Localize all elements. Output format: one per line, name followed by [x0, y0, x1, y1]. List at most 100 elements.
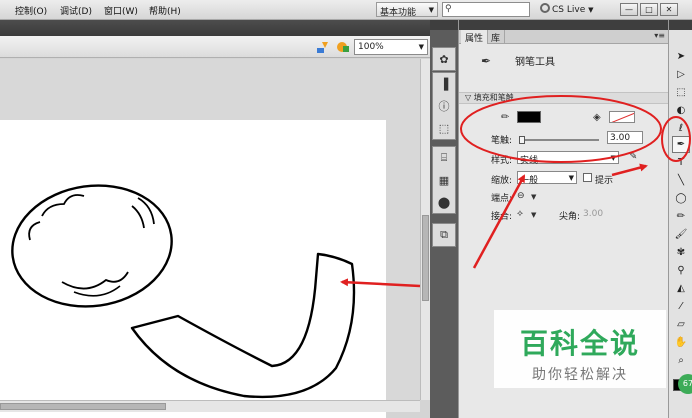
zoom-value: 100% — [358, 42, 384, 52]
align-icon[interactable]: ▐ — [433, 73, 455, 95]
tools-header[interactable] — [669, 20, 692, 30]
eraser-icon[interactable]: ▱ — [672, 316, 690, 333]
menu-help[interactable]: 帮助(H) — [149, 4, 181, 17]
3d-rotation-icon[interactable]: ◐ — [672, 102, 690, 119]
deco-icon[interactable]: ✾ — [672, 244, 690, 261]
cs-live-button[interactable]: CS Live ▼ — [540, 3, 594, 15]
workspace-switcher[interactable]: 基本功能 ▼ — [376, 2, 438, 18]
menu-window[interactable]: 窗口(W) — [104, 4, 138, 17]
components-icon[interactable]: ⬤ — [433, 191, 455, 213]
miter-value[interactable]: 3.00 — [583, 209, 603, 219]
style-value: 实线 — [520, 156, 539, 166]
stroke-width-field[interactable]: 3.00 — [607, 131, 643, 144]
search-input[interactable]: ⚲ — [442, 2, 530, 17]
join-label: 接合: — [491, 212, 513, 222]
chevron-down-icon[interactable]: ▼ — [531, 193, 536, 201]
stroke-color-swatch[interactable] — [517, 111, 541, 123]
watermark-subtitle: 助你轻松解决 — [532, 367, 628, 383]
history-icon[interactable]: ⌸ — [433, 147, 455, 169]
line-icon[interactable]: ╲ — [672, 172, 690, 189]
stroke-width-slider[interactable] — [519, 136, 599, 144]
oval-inner-stroke — [28, 221, 41, 241]
panel-tabs: 属性 库 ▾≡ — [459, 30, 669, 44]
menu-control[interactable]: 控制(O) — [15, 4, 47, 17]
panel-header[interactable] — [459, 20, 669, 30]
tools-panel: ➤ ▷ ⬚ ◐ ℓ ✒ T ╲ ◯ ✏ 🖌 ✾ ⚲ ◭ ⁄ ▱ ✋ ⌕ — [668, 20, 692, 418]
hint-checkbox[interactable] — [583, 173, 592, 182]
zoom-icon[interactable]: ⌕ — [672, 352, 690, 369]
oval-inner-stroke — [73, 285, 121, 297]
vertical-scrollbar[interactable] — [420, 59, 430, 400]
workspace-label: 基本功能 — [380, 8, 417, 18]
document-tab-strip — [0, 20, 430, 36]
style-select[interactable]: 实线 ▼ — [517, 151, 619, 166]
dock-header[interactable] — [430, 20, 458, 30]
scale-select[interactable]: 一般 ▼ — [517, 171, 577, 186]
banana-shape[interactable] — [130, 252, 356, 399]
tab-library[interactable]: 库 — [487, 30, 506, 44]
join-style-icon[interactable]: ⟡ — [517, 209, 523, 219]
chevron-down-icon: ▼ — [568, 174, 574, 182]
cap-style-icon[interactable]: ⊖ — [517, 191, 525, 201]
bone-icon[interactable]: ⚲ — [672, 262, 690, 279]
free-transform-icon[interactable]: ⬚ — [672, 84, 690, 101]
slider-knob[interactable] — [519, 136, 525, 144]
edit-bar: 100% ▼ — [0, 36, 430, 58]
edit-scene-icon[interactable] — [336, 40, 350, 54]
pen-icon[interactable]: ✒ — [672, 136, 690, 153]
drawing-layer[interactable] — [0, 120, 386, 418]
status-badge: 67 — [678, 374, 692, 394]
search-icon: ⚲ — [445, 4, 452, 14]
chevron-down-icon: ▼ — [588, 6, 594, 14]
watermark-title: 百科全说 — [519, 327, 640, 360]
lasso-icon[interactable]: ℓ — [672, 120, 690, 137]
eyedropper-icon[interactable]: ⁄ — [672, 298, 690, 315]
swatches-icon[interactable]: ▦ — [433, 169, 455, 191]
stage-area: 100% ▼ — [0, 20, 430, 418]
info-icon[interactable]: ⓘ — [433, 95, 455, 117]
text-icon[interactable]: T — [672, 154, 690, 171]
minimize-button[interactable]: — — [620, 3, 638, 16]
panel-menu-icon[interactable]: ▾≡ — [654, 31, 665, 40]
scrollbar-thumb[interactable] — [422, 215, 429, 301]
scale-label: 缩放: — [491, 176, 513, 186]
pasteboard[interactable] — [0, 59, 420, 418]
zoom-select[interactable]: 100% ▼ — [354, 39, 428, 55]
section-title: 填充和笔触 — [473, 93, 514, 102]
transform-icon[interactable]: ⬚ — [433, 117, 455, 139]
hand-icon[interactable]: ✋ — [672, 334, 690, 351]
menu-debug[interactable]: 调试(D) — [60, 4, 92, 17]
pen-icon: ✒ — [481, 54, 492, 68]
paint-bucket-icon[interactable]: ◭ — [672, 280, 690, 297]
horizontal-scrollbar[interactable] — [0, 400, 420, 412]
fill-color-icon: ◈ — [593, 112, 601, 123]
edit-stroke-style-icon[interactable]: ✎ — [629, 151, 637, 162]
scene-icon[interactable]: ⧉ — [433, 224, 455, 246]
pencil-icon[interactable]: ✏ — [672, 208, 690, 225]
scrollbar-thumb[interactable] — [0, 403, 166, 410]
chevron-down-icon[interactable]: ▼ — [531, 211, 536, 219]
close-button[interactable]: ✕ — [660, 3, 678, 16]
edit-symbols-icon[interactable] — [316, 40, 330, 54]
dock-group: ✿ — [432, 47, 456, 71]
menu-bar: 控制(O) 调试(D) 窗口(W) 帮助(H) 基本功能 ▼ ⚲ CS Live… — [0, 0, 692, 20]
stroke-color-icon: ✏ — [501, 112, 510, 123]
brush-icon[interactable]: 🖌 — [672, 226, 690, 243]
dock-group: ▐ ⓘ ⬚ — [432, 72, 456, 140]
dock-group: ⌸ ▦ ⬤ — [432, 146, 456, 214]
slider-track — [519, 139, 599, 141]
section-fill-and-stroke[interactable]: ▽ 填充和笔触 — [459, 92, 669, 104]
stage-canvas[interactable] — [0, 120, 386, 418]
maximize-button[interactable]: □ — [640, 3, 658, 16]
chevron-down-icon: ▼ — [418, 43, 424, 51]
watermark: 百科全说 助你轻松解决 — [494, 310, 666, 388]
oval-icon[interactable]: ◯ — [672, 190, 690, 207]
hint-label: 提示 — [595, 176, 614, 186]
fill-color-swatch[interactable] — [609, 111, 635, 123]
tab-properties[interactable]: 属性 — [461, 30, 489, 44]
cs-live-label: CS Live — [552, 5, 586, 15]
subselection-icon[interactable]: ▷ — [672, 66, 690, 83]
color-palette-icon[interactable]: ✿ — [433, 48, 455, 70]
selection-arrow-icon[interactable]: ➤ — [672, 48, 690, 65]
miter-label: 尖角: — [559, 212, 581, 222]
